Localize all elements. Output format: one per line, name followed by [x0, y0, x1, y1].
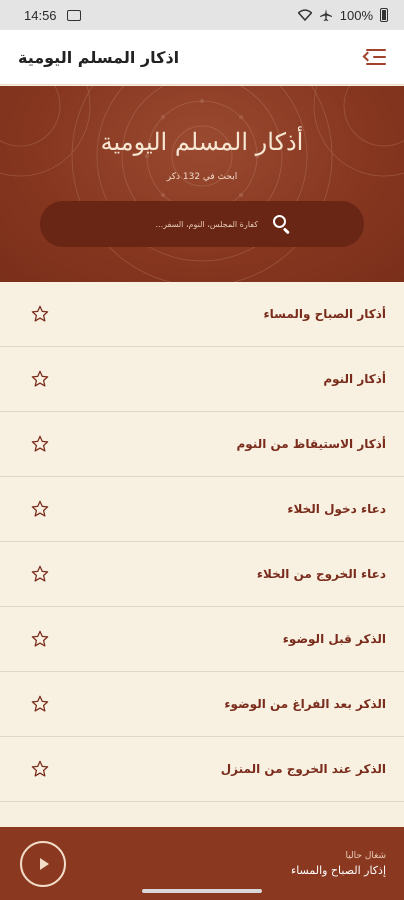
search-input[interactable]	[58, 219, 258, 229]
list-item-label: أذكار الصباح والمساء	[263, 307, 387, 321]
star-outline-icon[interactable]	[30, 694, 50, 714]
app-title: اذكار المسلم اليومية	[18, 47, 180, 67]
play-icon	[40, 857, 49, 870]
list-item[interactable]: دعاء الخروج من الخلاء	[0, 542, 404, 607]
now-playing-title: إذكار الصباح والمساء	[291, 863, 386, 877]
list-item-label: أذكار الاستيقاظ من النوم	[236, 437, 386, 451]
star-outline-icon[interactable]	[30, 304, 50, 324]
status-right: 100%	[297, 7, 388, 23]
star-outline-icon[interactable]	[30, 499, 50, 519]
star-outline-icon[interactable]	[30, 759, 50, 779]
adhkar-list: أذكار الصباح والمساء أذكار النوم أذكار ا…	[0, 282, 404, 802]
app-bar: اذكار المسلم اليومية	[0, 30, 404, 85]
hero-title: أذكار المسلم اليومية	[100, 128, 304, 156]
list-item[interactable]: الذكر قبل الوضوء	[0, 607, 404, 672]
battery-icon	[380, 8, 388, 22]
list-item[interactable]: الذكر عند الخروج من المنزل	[0, 737, 404, 802]
list-item-label: أذكار النوم	[323, 372, 386, 386]
list-item-label: الذكر بعد الفراغ من الوضوء	[224, 697, 386, 711]
status-left: 14:56	[24, 8, 81, 23]
menu-arrow-icon[interactable]	[362, 47, 386, 67]
star-outline-icon[interactable]	[30, 369, 50, 389]
hero-subtitle: ابحث في 132 ذكر	[166, 172, 238, 182]
home-indicator[interactable]	[142, 889, 262, 893]
wifi-icon	[297, 9, 312, 21]
list-item[interactable]: دعاء دخول الخلاء	[0, 477, 404, 542]
list-item[interactable]: أذكار النوم	[0, 347, 404, 412]
airplane-icon	[319, 9, 332, 21]
search-icon[interactable]	[272, 214, 292, 235]
hero-banner: أذكار المسلم اليومية ابحث في 132 ذكر	[0, 86, 404, 282]
list-item-label: الذكر قبل الوضوء	[282, 632, 386, 646]
status-time: 14:56	[24, 7, 57, 23]
list-item[interactable]: الذكر بعد الفراغ من الوضوء	[0, 672, 404, 737]
list-item-label: دعاء دخول الخلاء	[287, 502, 386, 516]
list-item-label: الذكر عند الخروج من المنزل	[220, 762, 386, 776]
list-item-label: دعاء الخروج من الخلاء	[256, 567, 386, 581]
hero-pattern	[0, 86, 404, 282]
battery-text: 100%	[339, 7, 373, 23]
list-item[interactable]: أذكار الاستيقاظ من النوم	[0, 412, 404, 477]
star-outline-icon[interactable]	[30, 434, 50, 454]
play-button[interactable]	[20, 840, 66, 887]
now-playing-text: شغال حاليا إذكار الصباح والمساء	[291, 851, 386, 877]
notification-icon	[66, 9, 81, 21]
status-bar: 14:56 100%	[0, 0, 404, 30]
star-outline-icon[interactable]	[30, 564, 50, 584]
search-bar[interactable]	[40, 201, 364, 247]
list-item[interactable]: أذكار الصباح والمساء	[0, 282, 404, 347]
now-playing-status: شغال حاليا	[345, 850, 386, 861]
star-outline-icon[interactable]	[30, 629, 50, 649]
